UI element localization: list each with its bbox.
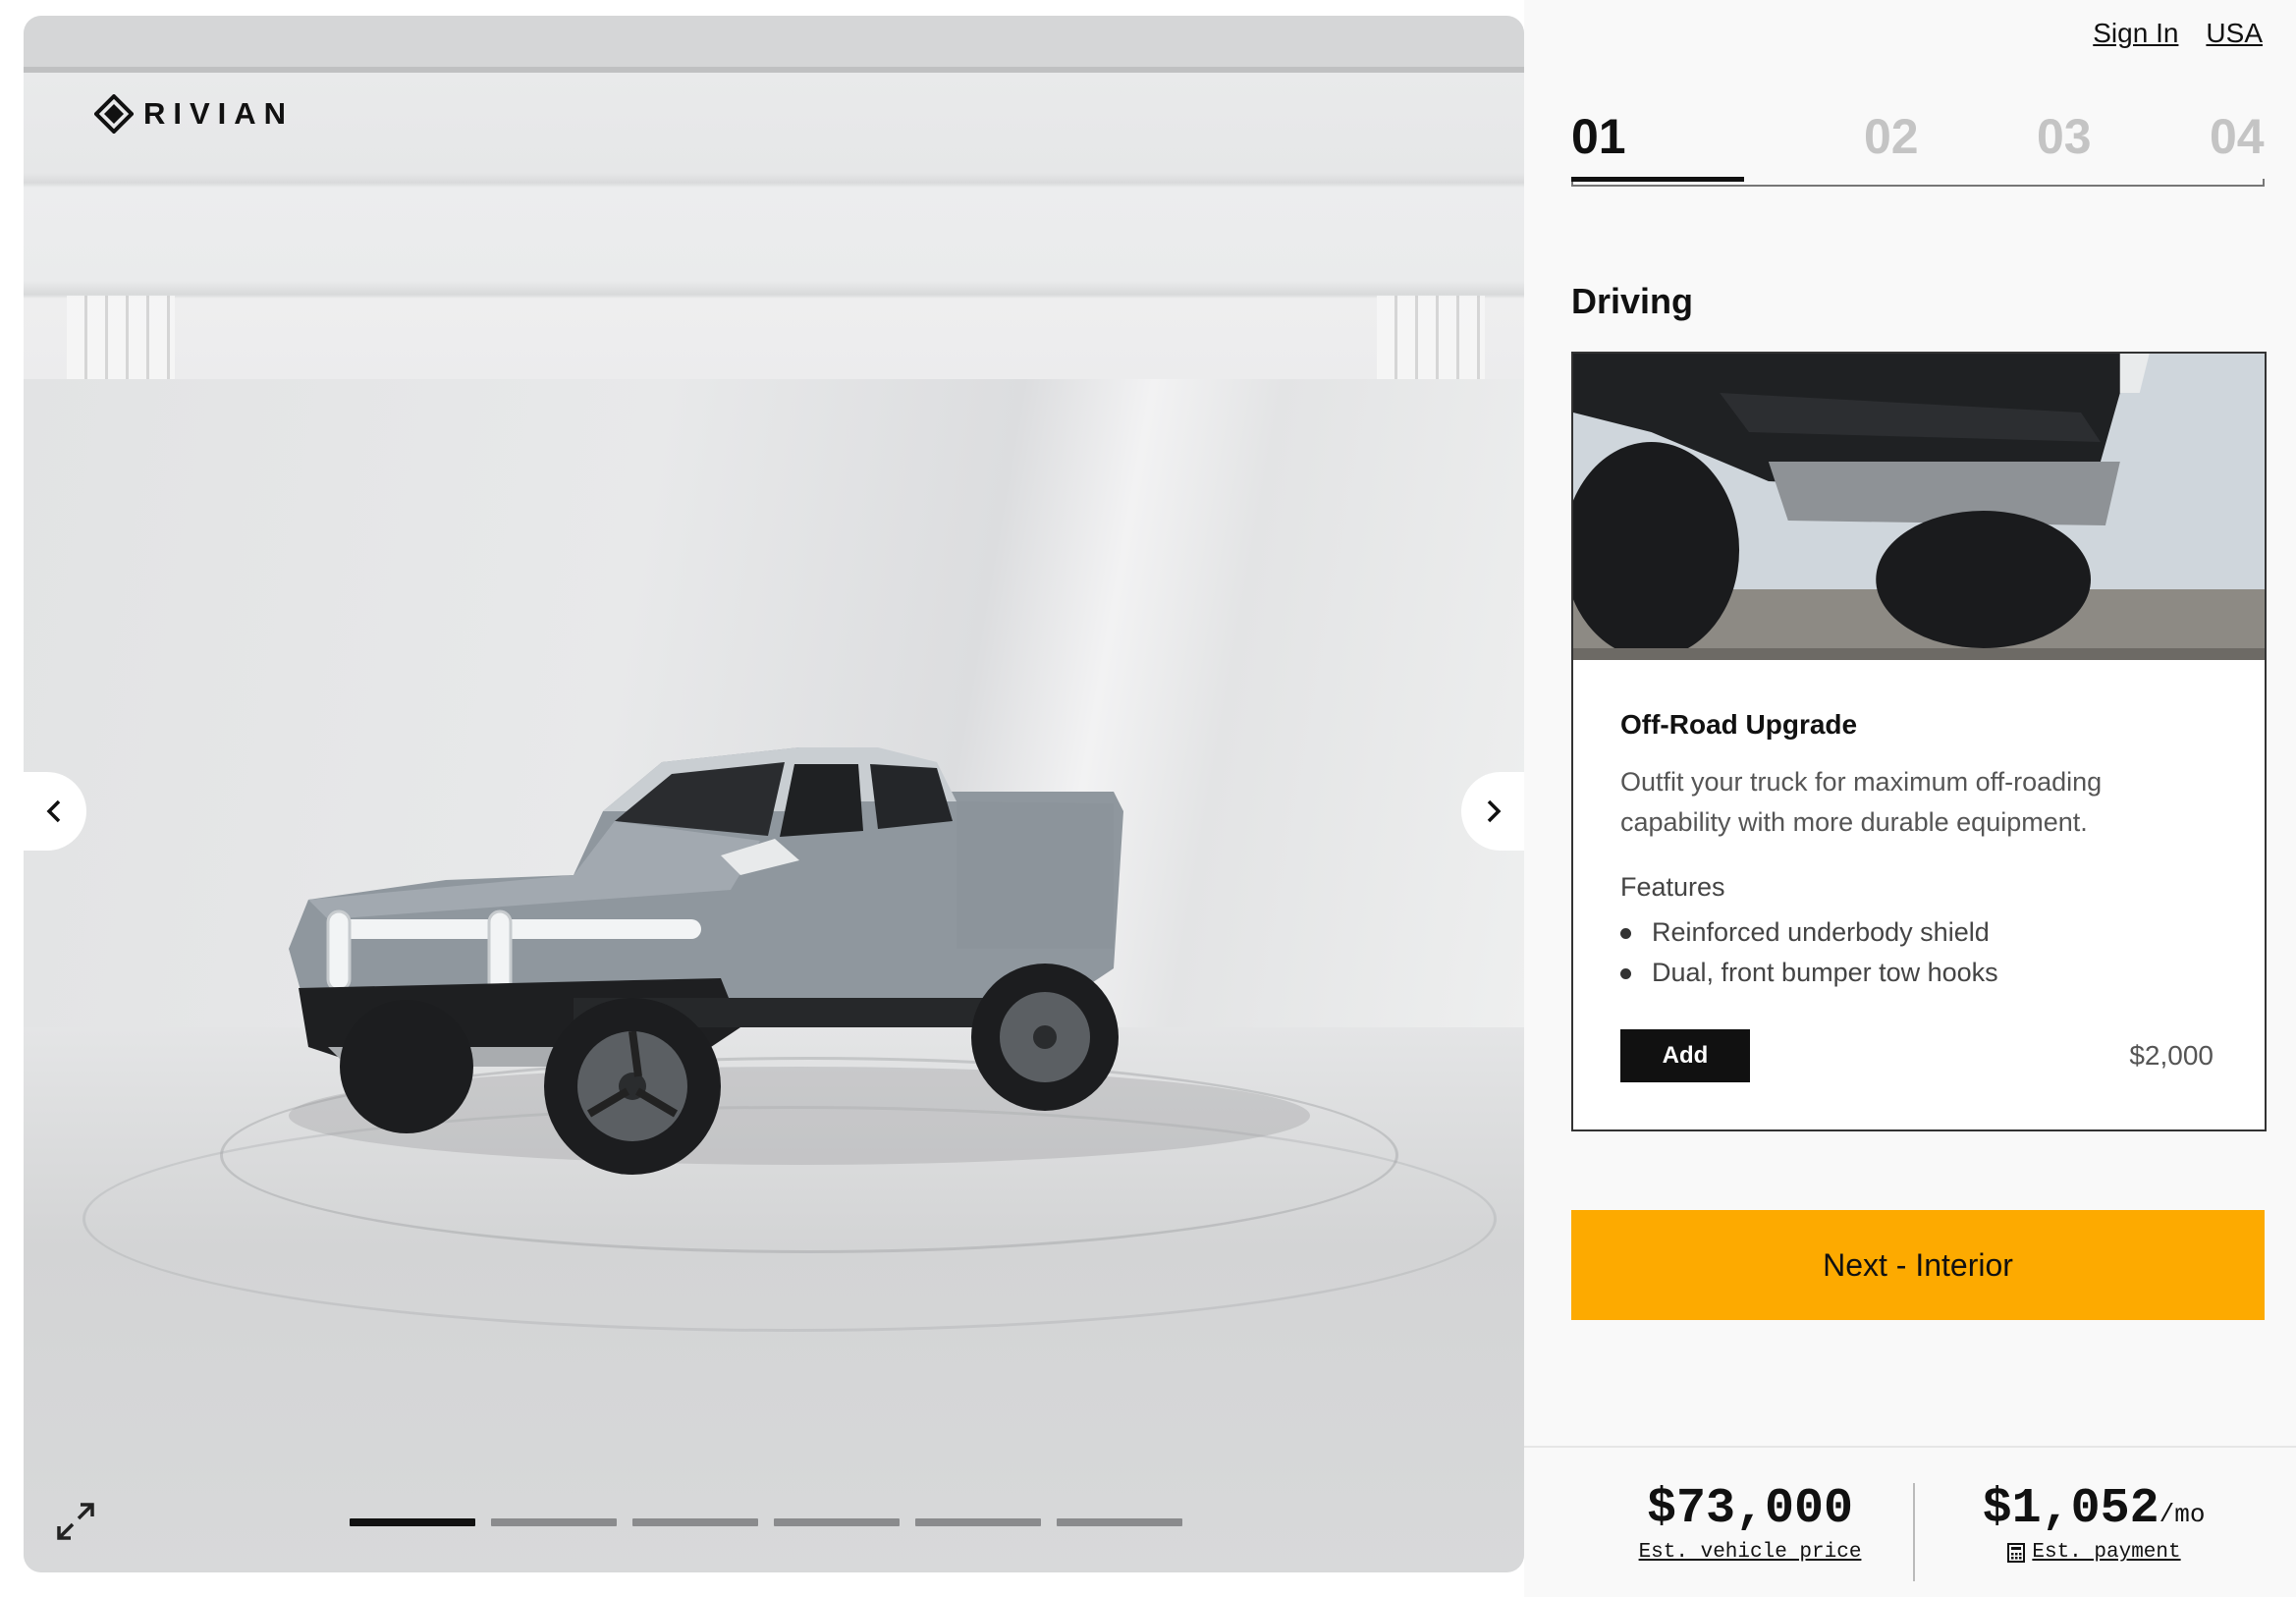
next-interior-button[interactable]: Next - Interior xyxy=(1571,1210,2265,1320)
section-title: Driving xyxy=(1571,281,1694,321)
step-indicator: 01 02 03 04 xyxy=(1571,108,2265,187)
option-title: Off-Road Upgrade xyxy=(1620,709,1858,740)
feature-item: Reinforced underbody shield xyxy=(1620,912,2217,953)
chevron-left-icon xyxy=(46,799,61,823)
gallery-dot[interactable] xyxy=(915,1518,1041,1526)
configurator-page: RIVIAN Sign In USA 01 02 03 04 Driving O… xyxy=(0,0,2296,1597)
vehicle-price-link[interactable]: Est. vehicle price xyxy=(1639,1541,1862,1564)
region-link[interactable]: USA xyxy=(2206,18,2263,49)
features-list: Reinforced underbody shield Dual, front … xyxy=(1620,912,2217,993)
truck-image xyxy=(289,747,1310,1175)
chevron-right-icon xyxy=(1487,799,1502,823)
option-description: Outfit your truck for maximum off-roadin… xyxy=(1620,767,2103,837)
rivian-logo[interactable]: RIVIAN xyxy=(94,94,294,134)
gallery-dot[interactable] xyxy=(350,1518,475,1526)
expand-icon[interactable] xyxy=(51,1497,100,1546)
payment-link[interactable]: Est. payment xyxy=(2006,1541,2181,1564)
step-01[interactable]: 01 xyxy=(1571,108,1626,165)
step-02[interactable]: 02 xyxy=(1864,108,1919,165)
payment-amount: $1,052 xyxy=(1982,1481,2159,1537)
config-panel: Sign In USA 01 02 03 04 Driving Off-Road… xyxy=(1524,0,2296,1597)
scene-ceiling xyxy=(24,16,1524,379)
option-card: Off-Road Upgrade Outfit your truck for m… xyxy=(1571,352,2267,1131)
top-nav: Sign In USA xyxy=(2093,18,2263,49)
step-progress xyxy=(1571,177,1744,182)
rivian-logo-icon xyxy=(94,94,134,134)
add-option-button[interactable]: Add xyxy=(1620,1029,1750,1082)
payment-block: $1,052/mo Est. payment xyxy=(1937,1481,2251,1568)
step-03[interactable]: 03 xyxy=(2037,108,2092,165)
gallery-dot[interactable] xyxy=(774,1518,900,1526)
step-04[interactable]: 04 xyxy=(2210,108,2265,165)
vehicle-price: $73,000 xyxy=(1646,1481,1854,1537)
vehicle-viewer: RIVIAN xyxy=(24,16,1524,1572)
brand-name: RIVIAN xyxy=(143,96,295,131)
option-image xyxy=(1573,354,2265,660)
payment-unit: /mo xyxy=(2159,1500,2206,1529)
gallery-dot[interactable] xyxy=(1057,1518,1182,1526)
gallery-pagination xyxy=(350,1518,1182,1526)
feature-item: Dual, front bumper tow hooks xyxy=(1620,953,2217,993)
option-price: $2,000 xyxy=(2129,1040,2214,1071)
summary-divider xyxy=(1913,1483,1915,1581)
calculator-icon xyxy=(2007,1542,2026,1563)
features-label: Features xyxy=(1620,872,1725,902)
gallery-dot[interactable] xyxy=(491,1518,617,1526)
price-summary: $73,000 Est. vehicle price $1,052/mo Est… xyxy=(1524,1446,2296,1597)
vehicle-price-label: Est. vehicle price xyxy=(1638,1541,1862,1564)
vehicle-price-block: $73,000 Est. vehicle price xyxy=(1632,1481,1868,1564)
option-footer: Add $2,000 xyxy=(1620,1029,2214,1082)
sign-in-link[interactable]: Sign In xyxy=(2093,18,2178,49)
gallery-dot[interactable] xyxy=(632,1518,758,1526)
payment-label: Est. payment xyxy=(2032,1541,2181,1564)
